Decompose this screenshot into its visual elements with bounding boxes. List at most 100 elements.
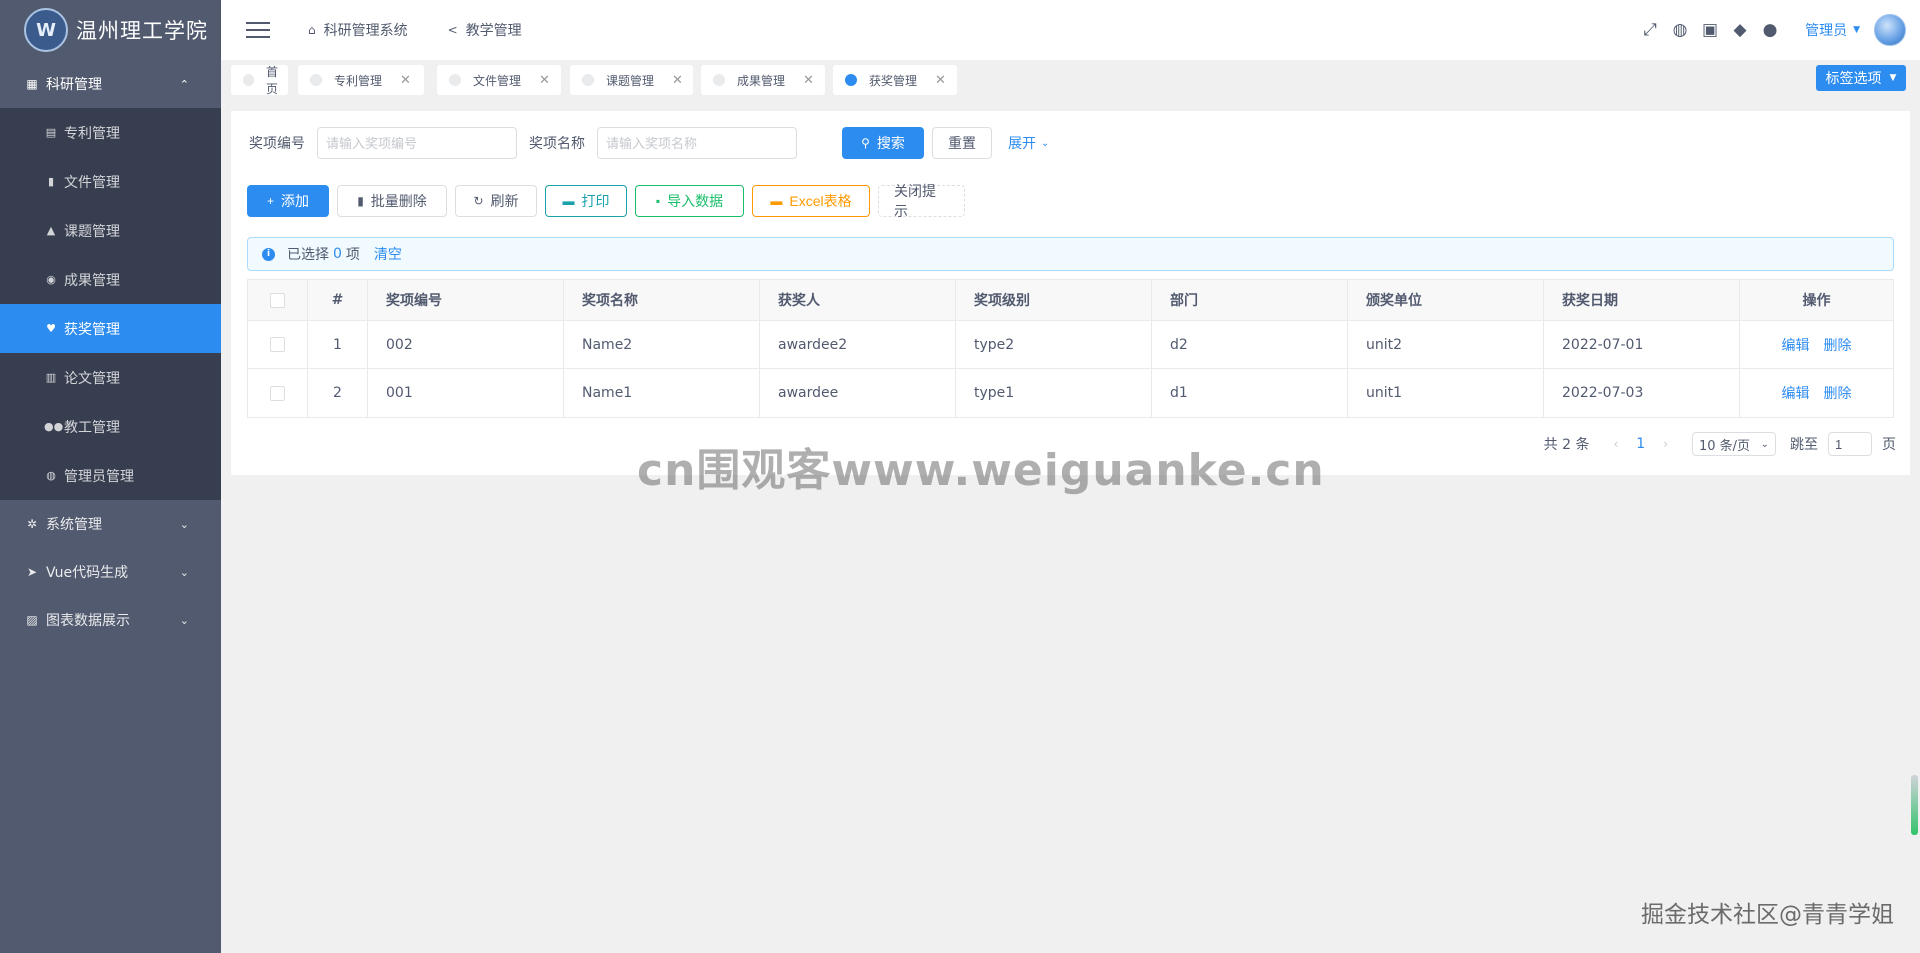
user-name[interactable]: 管理员	[1805, 20, 1847, 40]
hamburger-menu-icon[interactable]	[246, 17, 270, 43]
chevron-down-icon: ⌄	[1760, 438, 1769, 450]
github-icon[interactable]: ●	[1761, 20, 1779, 40]
menu-system[interactable]: ✲ 系统管理 ⌄	[0, 500, 221, 548]
edit-link[interactable]: 编辑	[1782, 383, 1810, 403]
document-icon: ▤	[45, 126, 57, 139]
sidebar-item-topic[interactable]: ▲ 课题管理	[0, 206, 221, 255]
nav-teaching[interactable]: < 教学管理	[448, 20, 522, 40]
jump-label: 跳至	[1790, 437, 1818, 453]
expand-label: 展开	[1008, 136, 1036, 152]
close-icon[interactable]: ✕	[672, 73, 683, 88]
sidebar-item-patent[interactable]: ▤ 专利管理	[0, 108, 221, 157]
avatar[interactable]	[1874, 14, 1906, 46]
close-tip-button[interactable]: 关闭提示	[878, 183, 965, 219]
header-index: #	[308, 280, 368, 320]
reset-button[interactable]: 重置	[932, 127, 992, 159]
book-icon: ▥	[45, 371, 57, 384]
add-button[interactable]: + 添加	[247, 185, 329, 217]
sidebar-item-admin[interactable]: ◍ 管理员管理	[0, 451, 221, 500]
sidebar-item-award[interactable]: ♥ 获奖管理	[0, 304, 221, 353]
delete-link[interactable]: 删除	[1824, 335, 1852, 355]
close-tip-label: 关闭提示	[894, 183, 936, 219]
tag-dot-icon	[243, 74, 254, 86]
batch-delete-button[interactable]: ▮ 批量删除	[337, 185, 447, 217]
award-no-input[interactable]	[317, 127, 517, 159]
trophy-icon: ♥	[46, 322, 56, 335]
clear-selection-link[interactable]: 清空	[374, 244, 402, 264]
close-icon[interactable]: ✕	[935, 73, 946, 88]
select-all-checkbox[interactable]	[270, 292, 285, 308]
menu-system-label: 系统管理	[46, 517, 102, 533]
info-icon: i	[262, 247, 275, 261]
tags-bar: 首页 专利管理 ✕ 文件管理 ✕ 课题管理 ✕ 成果管理 ✕ 获奖管理 ✕ 标签…	[221, 60, 1920, 100]
edit-link[interactable]: 编辑	[1782, 335, 1810, 355]
table-header-row: # 奖项编号 奖项名称 获奖人 奖项级别 部门 颁奖单位 获奖日期 操作	[248, 280, 1893, 321]
menu-research[interactable]: ▦ 科研管理 ⌃	[0, 60, 221, 108]
tag-file[interactable]: 文件管理 ✕	[437, 65, 561, 95]
next-page-icon[interactable]: ›	[1663, 437, 1668, 451]
tag-options-label: 标签选项	[1825, 71, 1882, 87]
tag-label: 首页	[266, 65, 279, 96]
scroll-indicator[interactable]	[1911, 775, 1918, 835]
globe-icon[interactable]: ◍	[1671, 20, 1689, 40]
lock-icon[interactable]: ▣	[1701, 20, 1719, 40]
sidebar-item-result[interactable]: ◉ 成果管理	[0, 255, 221, 304]
close-icon[interactable]: ✕	[539, 73, 550, 88]
caret-down-icon[interactable]: ▼	[1853, 25, 1860, 35]
refresh-button[interactable]: ↻ 刷新	[455, 185, 537, 217]
header-level[interactable]: 奖项级别	[956, 280, 1152, 320]
page-number[interactable]: 1	[1636, 436, 1645, 452]
import-button[interactable]: ▪ 导入数据	[635, 185, 744, 217]
cell-award-no: 002	[368, 321, 564, 368]
chevron-down-icon: ⌄	[179, 565, 189, 579]
fullscreen-icon[interactable]: ⤢	[1641, 20, 1659, 40]
bell-icon[interactable]: ◆	[1731, 20, 1749, 40]
menu-research-label: 科研管理	[46, 77, 102, 93]
menu-chart[interactable]: ▨ 图表数据展示 ⌄	[0, 596, 221, 644]
search-button[interactable]: ⚲ 搜索	[842, 127, 924, 159]
cell-date: 2022-07-03	[1544, 369, 1740, 417]
tag-home[interactable]: 首页	[231, 65, 288, 96]
tag-patent[interactable]: 专利管理 ✕	[298, 65, 424, 95]
sidebar-item-staff[interactable]: ●● 教工管理	[0, 402, 221, 451]
header-award-name[interactable]: 奖项名称	[564, 280, 760, 320]
page-size-select[interactable]: 10 条/页 ⌄	[1692, 432, 1776, 456]
chevron-up-icon: ⌃	[179, 77, 189, 91]
close-icon[interactable]: ✕	[400, 73, 411, 88]
header-awardee[interactable]: 获奖人	[760, 280, 956, 320]
header-award-no[interactable]: 奖项编号	[368, 280, 564, 320]
prev-page-icon[interactable]: ‹	[1613, 437, 1618, 451]
sidebar-item-paper[interactable]: ▥ 论文管理	[0, 353, 221, 402]
jump-input[interactable]	[1828, 432, 1872, 456]
close-icon[interactable]: ✕	[803, 73, 814, 88]
expand-link[interactable]: 展开 ⌄	[1008, 133, 1049, 153]
header-dept[interactable]: 部门	[1152, 280, 1348, 320]
header-right: ⤢ ◍ ▣ ◆ ● 管理员 ▼	[1629, 0, 1906, 60]
menu-vue[interactable]: ➤ Vue代码生成 ⌄	[0, 548, 221, 596]
tag-options-button[interactable]: 标签选项 ▼	[1816, 65, 1906, 91]
tag-topic[interactable]: 课题管理 ✕	[570, 65, 693, 95]
chevron-down-icon: ⌄	[1041, 137, 1050, 149]
caret-down-icon: ▼	[1889, 73, 1897, 83]
import-label: 导入数据	[667, 193, 724, 209]
tag-dot-icon	[845, 74, 857, 86]
tag-award[interactable]: 获奖管理 ✕	[833, 65, 957, 95]
row-checkbox[interactable]	[270, 337, 285, 352]
tag-result[interactable]: 成果管理 ✕	[701, 65, 825, 95]
sidebar-item-file[interactable]: ▮ 文件管理	[0, 157, 221, 206]
cell-award-name: Name1	[564, 369, 760, 417]
print-button[interactable]: ▬ 打印	[545, 185, 627, 217]
header-unit[interactable]: 颁奖单位	[1348, 280, 1544, 320]
alert-prefix: 已选择	[287, 247, 329, 263]
excel-button[interactable]: ▬ Excel表格	[752, 185, 870, 217]
nav-research-system[interactable]: ⌂ 科研管理系统	[308, 20, 408, 40]
award-name-input[interactable]	[597, 127, 797, 159]
header-date[interactable]: 获奖日期	[1544, 280, 1740, 320]
delete-link[interactable]: 删除	[1824, 383, 1852, 403]
tag-label: 获奖管理	[869, 73, 918, 88]
cell-actions: 编辑 删除	[1740, 321, 1893, 368]
logo[interactable]: W 温州理工学院	[0, 0, 221, 60]
cell-level: type1	[956, 369, 1152, 417]
row-checkbox[interactable]	[270, 385, 285, 401]
send-icon: ➤	[26, 565, 38, 579]
